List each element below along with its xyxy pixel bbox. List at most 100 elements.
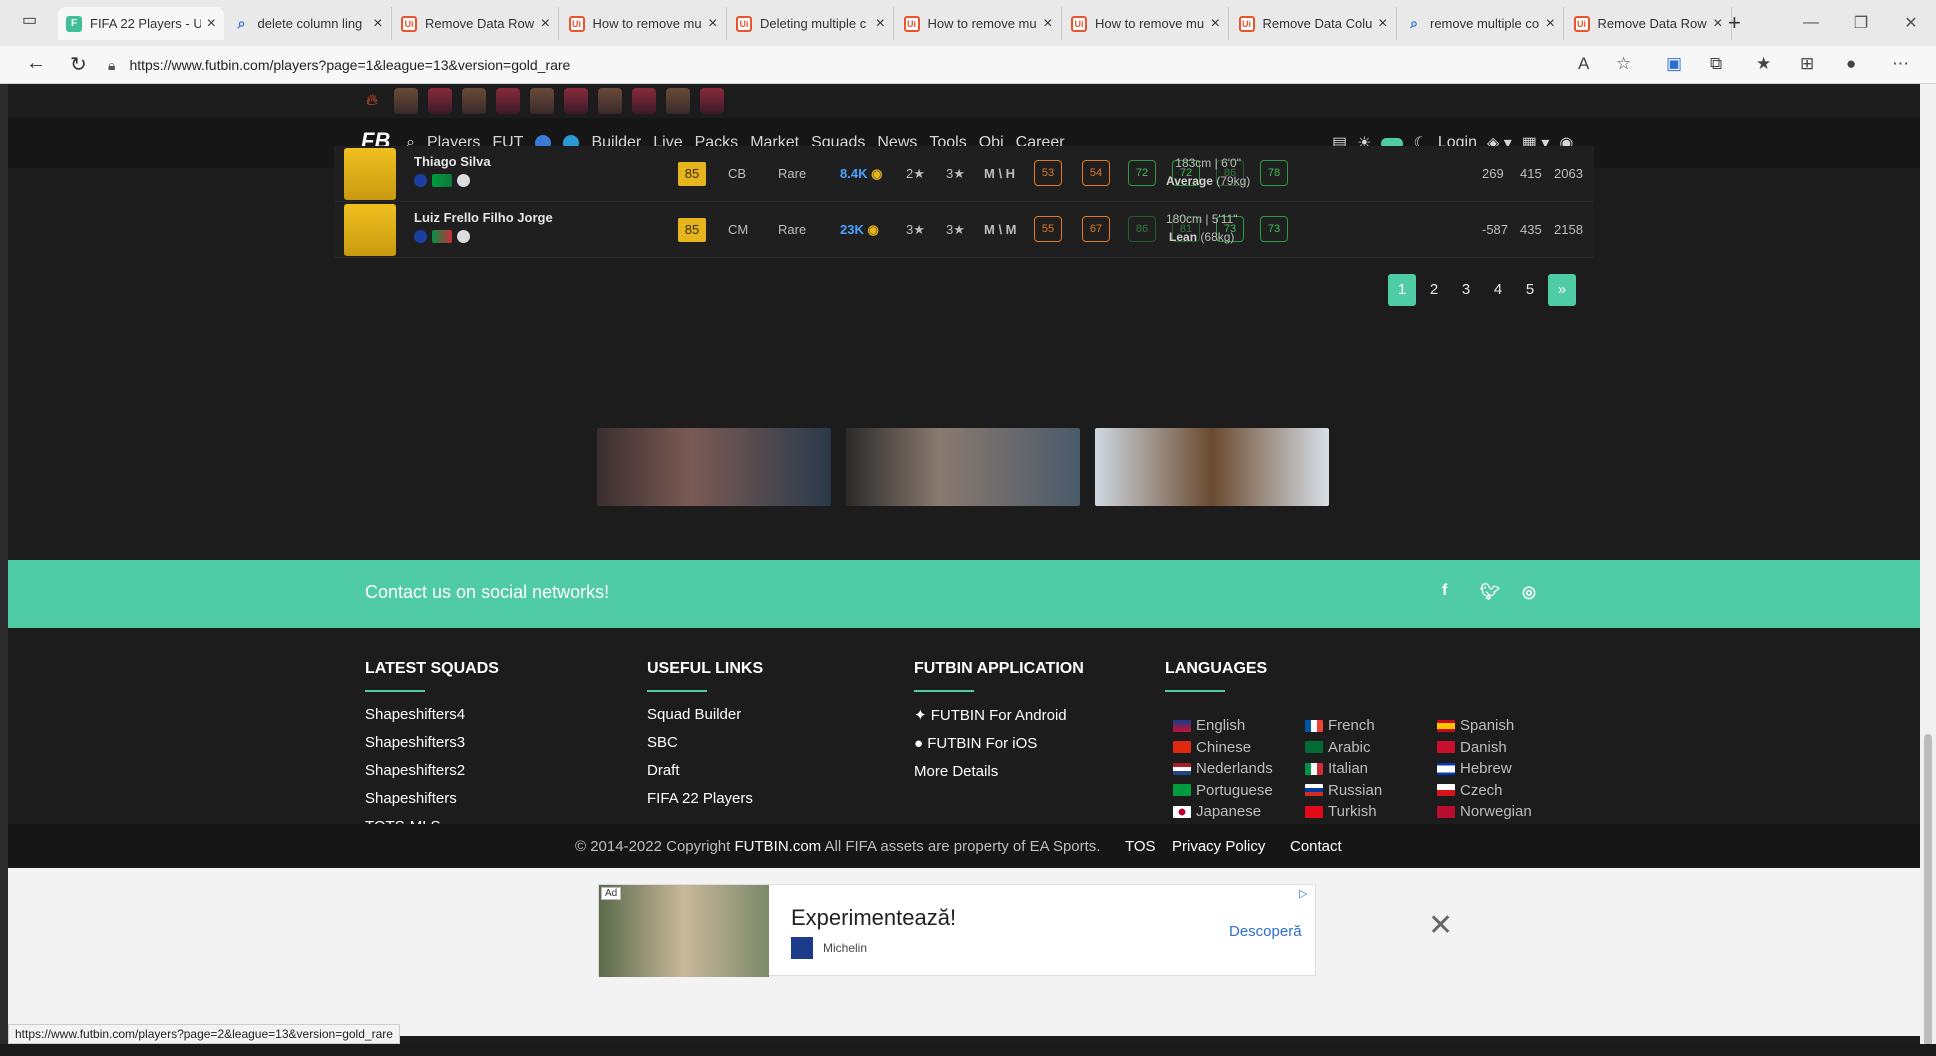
footer-link[interactable]: Shapeshifters3: [365, 734, 499, 751]
recent-player-thumb[interactable]: [665, 88, 690, 114]
extension-icon[interactable]: ▣: [1666, 54, 1682, 74]
player-card-image[interactable]: [344, 148, 396, 200]
close-tab-icon[interactable]: ×: [1043, 15, 1052, 33]
recent-player-thumb[interactable]: [461, 88, 486, 114]
language-link-japanese[interactable]: Japanese: [1173, 803, 1261, 820]
language-link-arabic[interactable]: Arabic: [1305, 739, 1371, 756]
favorite-star-icon[interactable]: ☆: [1616, 54, 1631, 74]
restore-button[interactable]: ❐: [1836, 13, 1886, 33]
ad-image-dog[interactable]: [1095, 428, 1329, 506]
scrollbar-thumb[interactable]: [1924, 734, 1932, 1046]
page-link-1[interactable]: 1: [1388, 274, 1416, 306]
tab-6[interactable]: Ui How to remove mu ×: [1063, 7, 1229, 40]
tab-8[interactable]: ⌕ remove multiple co ×: [1398, 7, 1564, 40]
url-field[interactable]: 🔒︎ https://www.futbin.com/players?page=1…: [108, 51, 1608, 79]
footer-link[interactable]: Draft: [647, 762, 763, 779]
player-name[interactable]: Thiago Silva: [414, 154, 491, 169]
read-aloud-icon[interactable]: A: [1578, 54, 1589, 74]
footer-heading: FUTBIN APPLICATION: [914, 660, 1084, 677]
ad-box[interactable]: Ad ▷ Experimentează! Michelin Descoperă: [598, 884, 1316, 977]
language-link-chinese[interactable]: Chinese: [1173, 739, 1251, 756]
recent-player-thumb[interactable]: [529, 88, 554, 114]
footer-link[interactable]: FIFA 22 Players: [647, 790, 763, 807]
footer-link[interactable]: Shapeshifters4: [365, 706, 499, 723]
recent-player-thumb[interactable]: [427, 88, 452, 114]
recent-player-thumb[interactable]: [631, 88, 656, 114]
close-tab-icon[interactable]: ×: [876, 15, 885, 33]
recent-player-thumb[interactable]: [495, 88, 520, 114]
contact-link[interactable]: Contact: [1290, 838, 1342, 855]
recent-player-thumb[interactable]: [699, 88, 724, 114]
footer-link[interactable]: Squad Builder: [647, 706, 763, 723]
ad-image-watch[interactable]: [597, 428, 831, 506]
extensions-puzzle-icon[interactable]: ⧉: [1710, 54, 1722, 74]
profile-avatar-icon[interactable]: ●: [1846, 54, 1856, 74]
collections-icon[interactable]: ⊞: [1800, 54, 1814, 74]
privacy-policy-link[interactable]: Privacy Policy: [1172, 838, 1265, 855]
close-window-button[interactable]: ✕: [1886, 13, 1936, 33]
ad-cta-button[interactable]: Descoperă: [1229, 923, 1302, 940]
language-link-russian[interactable]: Russian: [1305, 782, 1382, 799]
ad-image-people[interactable]: [846, 428, 1080, 506]
page-link-5[interactable]: 5: [1516, 274, 1544, 306]
close-tab-icon[interactable]: ×: [541, 15, 550, 33]
language-link-english[interactable]: English: [1173, 717, 1245, 734]
language-link-portuguese[interactable]: Portuguese: [1173, 782, 1273, 799]
language-link-turkish[interactable]: Turkish: [1305, 803, 1377, 820]
language-link-czech[interactable]: Czech: [1437, 782, 1503, 799]
tab-5[interactable]: Ui How to remove mu ×: [896, 7, 1062, 40]
page-link-3[interactable]: 3: [1452, 274, 1480, 306]
player-card-image[interactable]: [344, 204, 396, 256]
ios-app-link[interactable]: ● FUTBIN For iOS: [914, 735, 1084, 752]
recent-player-thumb[interactable]: [597, 88, 622, 114]
language-link-spanish[interactable]: Spanish: [1437, 717, 1514, 734]
adchoices-icon[interactable]: ▷: [1299, 887, 1307, 900]
footer-link[interactable]: More Details: [914, 763, 1084, 780]
close-tab-icon[interactable]: ×: [1211, 15, 1220, 33]
more-menu-icon[interactable]: ⋯: [1892, 54, 1909, 74]
tos-link[interactable]: TOS: [1125, 838, 1156, 855]
footer-link[interactable]: Shapeshifters2: [365, 762, 499, 779]
close-tab-icon[interactable]: ×: [373, 15, 382, 33]
page-link-2[interactable]: 2: [1420, 274, 1448, 306]
refresh-button[interactable]: ↻: [70, 52, 87, 77]
tab-2[interactable]: Ui Remove Data Row ×: [393, 7, 559, 40]
close-ad-icon[interactable]: ✕: [1428, 908, 1453, 943]
close-tab-icon[interactable]: ×: [1546, 15, 1555, 33]
player-row[interactable]: Luiz Frello Filho Jorge 85 CM Rare 23K ◉ 3★ 3★…: [334, 202, 1594, 258]
tab-3[interactable]: Ui How to remove mu ×: [561, 7, 727, 40]
back-button[interactable]: ←: [26, 52, 46, 75]
player-name[interactable]: Luiz Frello Filho Jorge: [414, 210, 553, 225]
close-tab-icon[interactable]: ×: [1378, 15, 1387, 33]
android-app-link[interactable]: ✦ FUTBIN For Android: [914, 706, 1084, 724]
language-link-norwegian[interactable]: Norwegian: [1437, 803, 1532, 820]
language-link-nederlands[interactable]: Nederlands: [1173, 760, 1273, 777]
close-tab-icon[interactable]: ×: [207, 15, 216, 33]
new-tab-button[interactable]: +: [1728, 10, 1741, 36]
tab-1[interactable]: ⌕ delete column ling ×: [226, 7, 392, 40]
favorites-icon[interactable]: ★: [1756, 54, 1771, 74]
next-page-button[interactable]: »: [1548, 274, 1576, 306]
recent-player-thumb[interactable]: [563, 88, 588, 114]
tab-actions-icon[interactable]: ▭: [22, 10, 37, 30]
facebook-icon[interactable]: f: [1442, 582, 1447, 600]
minimize-button[interactable]: —: [1786, 14, 1836, 32]
page-scrollbar[interactable]: [1920, 84, 1936, 1056]
close-tab-icon[interactable]: ×: [1713, 15, 1722, 33]
close-tab-icon[interactable]: ×: [708, 15, 717, 33]
tab-7[interactable]: Ui Remove Data Colu ×: [1231, 7, 1397, 40]
footer-link[interactable]: Shapeshifters: [365, 790, 499, 807]
language-link-italian[interactable]: Italian: [1305, 760, 1368, 777]
language-link-french[interactable]: French: [1305, 717, 1375, 734]
language-link-hebrew[interactable]: Hebrew: [1437, 760, 1512, 777]
language-link-danish[interactable]: Danish: [1437, 739, 1507, 756]
instagram-icon[interactable]: ◎: [1522, 582, 1536, 602]
tab-9[interactable]: Ui Remove Data Row ×: [1566, 7, 1732, 40]
page-link-4[interactable]: 4: [1484, 274, 1512, 306]
twitter-icon[interactable]: 🐦︎: [1480, 582, 1500, 602]
tab-4[interactable]: Ui Deleting multiple c ×: [728, 7, 894, 40]
player-row[interactable]: Thiago Silva 85 CB Rare 8.4K ◉ 2★ 3★ M \ H 53 54 7…: [334, 146, 1594, 202]
recent-player-thumb[interactable]: [393, 88, 418, 114]
footer-link[interactable]: SBC: [647, 734, 763, 751]
tab-0[interactable]: F FIFA 22 Players - U ×: [58, 7, 224, 40]
